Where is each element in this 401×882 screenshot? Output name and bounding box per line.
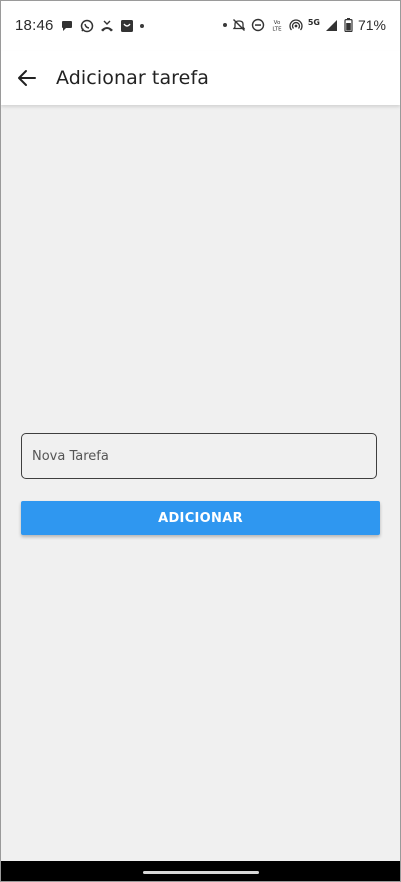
notification-dot	[139, 23, 144, 28]
dnd-icon	[251, 18, 265, 32]
task-input-container	[21, 433, 377, 479]
back-button[interactable]	[14, 65, 40, 91]
add-button[interactable]: ADICIONAR	[21, 501, 380, 535]
mute-icon	[232, 18, 246, 32]
shopping-bag-icon	[120, 19, 134, 33]
status-bar: 18:46 Vo LTE 5G 71%	[1, 1, 400, 51]
arrow-left-icon	[18, 70, 36, 86]
svg-text:Vo: Vo	[273, 20, 280, 26]
status-right: Vo LTE 5G 71%	[222, 17, 386, 33]
task-input[interactable]	[22, 434, 376, 478]
missed-call-icon	[100, 19, 114, 33]
chat-icon	[60, 19, 74, 33]
network-type: 5G	[307, 17, 320, 27]
home-indicator[interactable]	[142, 871, 259, 874]
status-time: 18:46	[15, 17, 54, 34]
app-screen: 18:46 Vo LTE 5G 71% Adicionar tarefa Nov…	[0, 0, 401, 882]
navigation-bar	[1, 861, 400, 881]
battery-percentage: 71%	[357, 17, 386, 33]
app-bar: Adicionar tarefa	[1, 51, 400, 105]
notification-dot	[222, 23, 227, 27]
volte-icon: Vo LTE	[270, 18, 284, 32]
status-left: 18:46	[15, 17, 144, 34]
hotspot-icon	[289, 18, 303, 32]
whatsapp-icon	[80, 19, 94, 33]
battery-icon	[344, 18, 353, 32]
page-title: Adicionar tarefa	[56, 67, 209, 89]
signal-icon	[325, 18, 339, 32]
svg-text:LTE: LTE	[272, 27, 282, 33]
